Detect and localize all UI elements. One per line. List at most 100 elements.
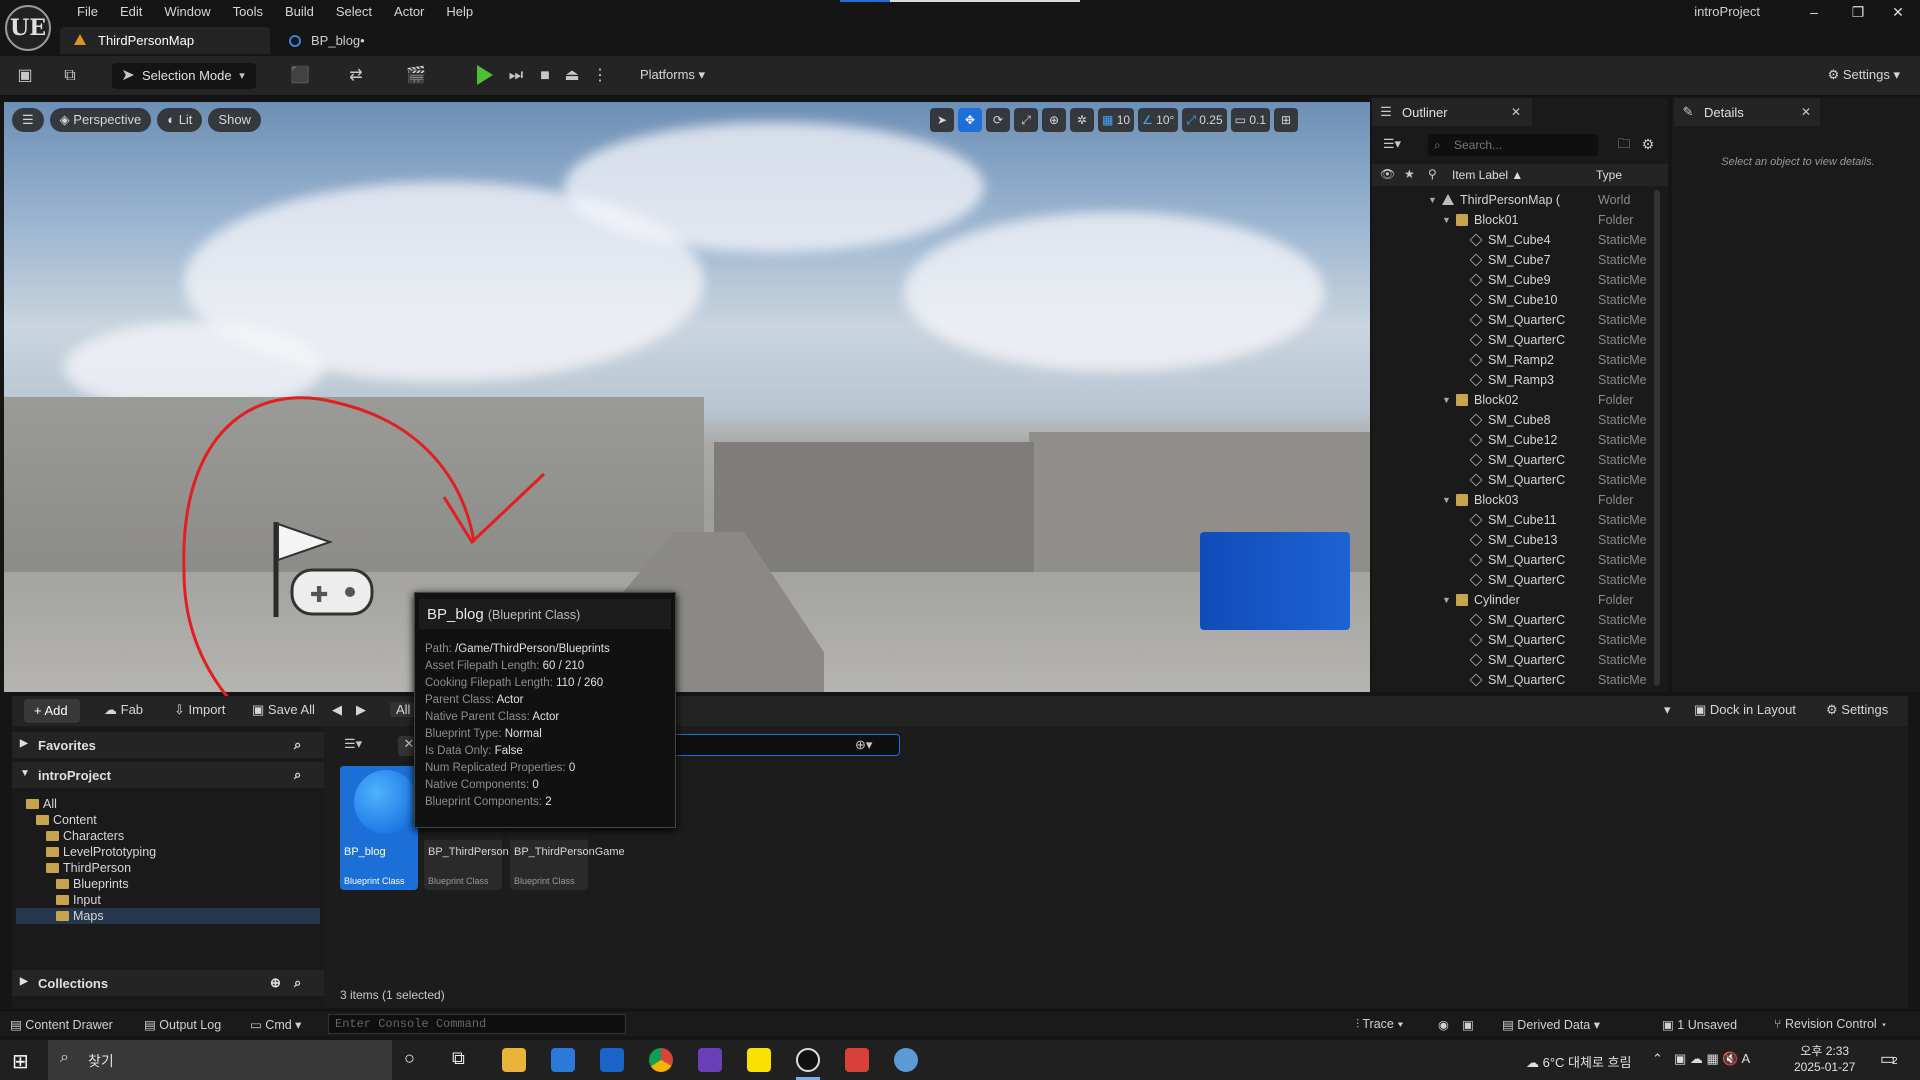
player-start-icon[interactable]: ✚ <box>270 522 380 622</box>
outliner-row[interactable]: SM_QuarterC StaticMe <box>1372 670 1668 690</box>
weather-widget[interactable]: ☁ 6°C 대체로 흐림 <box>1526 1052 1631 1071</box>
search-icon[interactable]: ⌕ <box>294 767 301 783</box>
menu-tools[interactable]: Tools <box>222 2 274 22</box>
outliner-row[interactable]: ▼ Block02 Folder <box>1372 390 1668 410</box>
visual-studio-icon[interactable] <box>698 1048 722 1072</box>
clock[interactable]: 오후 2:33 2025-01-27 <box>1794 1043 1855 1075</box>
grid-snap-button[interactable]: ▦ 10 <box>1098 108 1135 132</box>
step-icon[interactable]: ⏭ <box>506 66 526 86</box>
layout-icon[interactable]: ⊞ <box>1274 108 1298 132</box>
tab-thirdpersonmap[interactable]: ThirdPersonMap <box>60 27 270 54</box>
save-all-button[interactable]: ▣ Save All <box>252 702 315 718</box>
folder-tree-item[interactable]: ThirdPerson <box>46 860 131 876</box>
chevron-down-icon[interactable]: ▼ <box>1442 210 1451 230</box>
chevron-down-icon[interactable]: ▼ <box>1442 390 1451 410</box>
outliner-row[interactable]: SM_Ramp3 StaticMe <box>1372 370 1668 390</box>
outliner-row[interactable]: SM_QuarterC StaticMe <box>1372 470 1668 490</box>
column-type[interactable]: Type <box>1596 168 1622 182</box>
dock-in-layout-button[interactable]: ▣ Dock in Layout <box>1694 702 1796 718</box>
eject-icon[interactable]: ⏏ <box>562 66 582 86</box>
derived-data-dropdown[interactable]: ▤ Derived Data ▾ <box>1502 1017 1600 1032</box>
project-section[interactable]: ▼ introProject ⌕ <box>12 762 324 788</box>
menu-edit[interactable]: Edit <box>109 2 153 22</box>
surface-snap-icon[interactable]: ✲ <box>1070 108 1094 132</box>
scale-snap-button[interactable]: ⤢ 0.25 <box>1182 108 1227 132</box>
windows-start-icon[interactable]: ⊞ <box>12 1049 29 1074</box>
revision-control-dropdown[interactable]: ⑂ Revision Control ▾ <box>1774 1017 1888 1031</box>
outliner-row[interactable]: ▼ Block03 Folder <box>1372 490 1668 510</box>
outliner-row[interactable]: SM_Cube13 StaticMe <box>1372 530 1668 550</box>
content-drawer-button[interactable]: ▤ Content Drawer <box>10 1017 113 1032</box>
outliner-row[interactable]: SM_Cube7 StaticMe <box>1372 250 1668 270</box>
menu-help[interactable]: Help <box>435 2 484 22</box>
console-input[interactable]: Enter Console Command <box>328 1014 626 1034</box>
add-actor-icon[interactable]: ⬛ <box>290 66 310 86</box>
collections-section[interactable]: ▶ Collections ⊕ ⌕ <box>12 970 324 996</box>
forward-icon[interactable]: ▶ <box>356 702 366 718</box>
camera-speed-button[interactable]: ▭ 0.1 <box>1230 108 1270 132</box>
output-log-button[interactable]: ▤ Output Log <box>144 1017 221 1032</box>
task-view-icon[interactable]: ⧉ <box>452 1048 465 1069</box>
rotation-snap-button[interactable]: ∠ 10° <box>1138 108 1179 132</box>
taskbar-search-box[interactable]: ⌕ 찾기 <box>48 1040 392 1080</box>
record-icon[interactable]: ◉ <box>1438 1017 1449 1032</box>
outliner-row[interactable]: SM_Cube12 StaticMe <box>1372 430 1668 450</box>
perspective-button[interactable]: ◈ Perspective <box>49 108 152 132</box>
outliner-search-input[interactable]: ⌕ Search... <box>1428 134 1598 156</box>
mail-icon[interactable] <box>600 1048 624 1072</box>
chevron-down-icon[interactable]: ▼ <box>1428 190 1437 210</box>
outliner-row[interactable]: ▼ Block01 Folder <box>1372 210 1668 230</box>
show-button[interactable]: Show <box>208 108 261 132</box>
outliner-row[interactable]: SM_Cube4 StaticMe <box>1372 230 1668 250</box>
filter-icon[interactable]: ☰▾ <box>344 736 362 752</box>
tray-chevron-icon[interactable]: ⌃ <box>1652 1051 1663 1067</box>
play-icon[interactable] <box>477 65 493 85</box>
outliner-row[interactable]: SM_QuarterC StaticMe <box>1372 650 1668 670</box>
outliner-row[interactable]: SM_Cube9 StaticMe <box>1372 270 1668 290</box>
chevron-down-icon[interactable]: ▼ <box>1442 590 1451 610</box>
gear-icon[interactable]: ⚙ <box>1638 134 1658 154</box>
lit-button[interactable]: ◐ Lit <box>157 108 203 132</box>
menu-select[interactable]: Select <box>325 2 383 22</box>
unsaved-button[interactable]: ▣ 1 Unsaved <box>1662 1017 1737 1032</box>
folder-tree-item[interactable]: Blueprints <box>56 876 129 892</box>
cmd-dropdown[interactable]: ▭ Cmd ▾ <box>250 1017 301 1032</box>
star-icon[interactable]: ★ <box>1404 167 1415 181</box>
chevron-down-icon[interactable]: ▼ <box>1442 490 1451 510</box>
search-icon[interactable]: ⌕ <box>294 975 301 991</box>
chrome-icon[interactable] <box>649 1048 673 1072</box>
close-button[interactable]: ✕ <box>1876 0 1920 24</box>
fab-button[interactable]: ☁ Fab <box>104 702 143 718</box>
save-icon[interactable]: ▣ <box>15 66 35 86</box>
more-options-icon[interactable]: ⋮ <box>590 66 610 86</box>
outliner-row[interactable]: SM_QuarterC StaticMe <box>1372 570 1668 590</box>
outliner-row[interactable]: SM_QuarterC StaticMe <box>1372 450 1668 470</box>
content-browse-icon[interactable]: ⧉ <box>60 66 80 86</box>
close-icon[interactable]: ✕ <box>1506 102 1526 122</box>
path-all[interactable]: All <box>390 702 417 717</box>
favorites-section[interactable]: ▶ Favorites ⌕ <box>12 732 324 758</box>
scale-tool-icon[interactable]: ⤢ <box>1014 108 1038 132</box>
outliner-row[interactable]: SM_QuarterC StaticMe <box>1372 310 1668 330</box>
import-button[interactable]: ⇩ Import <box>174 702 225 718</box>
scrollbar[interactable] <box>1654 190 1660 686</box>
stop-icon[interactable]: ■ <box>535 66 555 86</box>
new-folder-icon[interactable]: 🗀 <box>1614 134 1634 154</box>
add-button[interactable]: + Add <box>24 699 80 723</box>
rotate-tool-icon[interactable]: ⟳ <box>986 108 1010 132</box>
tray-icons[interactable]: ▣ ☁ ▦ 🔇 A <box>1674 1051 1750 1067</box>
file-explorer-icon[interactable] <box>502 1048 526 1072</box>
platforms-dropdown[interactable]: Platforms ▾ <box>640 67 705 83</box>
outliner-row[interactable]: SM_Ramp2 StaticMe <box>1372 350 1668 370</box>
outliner-tab[interactable]: ☰ Outliner ✕ <box>1372 98 1532 126</box>
cinematics-icon[interactable]: 🎬 <box>406 66 426 86</box>
folder-tree-item[interactable]: Characters <box>46 828 124 844</box>
menu-file[interactable]: File <box>66 2 109 22</box>
close-icon[interactable]: ✕ <box>1796 102 1816 122</box>
menu-actor[interactable]: Actor <box>383 2 435 22</box>
outliner-row[interactable]: SM_QuarterC StaticMe <box>1372 550 1668 570</box>
level-viewport[interactable]: ✚ ☰ ◈ Perspective ◐ Lit Show ➤ ✥ ⟳ ⤢ ⊕ ✲… <box>4 102 1370 692</box>
viewport-menu-button[interactable]: ☰ <box>12 108 44 132</box>
kakaotalk-icon[interactable] <box>747 1048 771 1072</box>
outliner-row[interactable]: SM_Cube8 StaticMe <box>1372 410 1668 430</box>
